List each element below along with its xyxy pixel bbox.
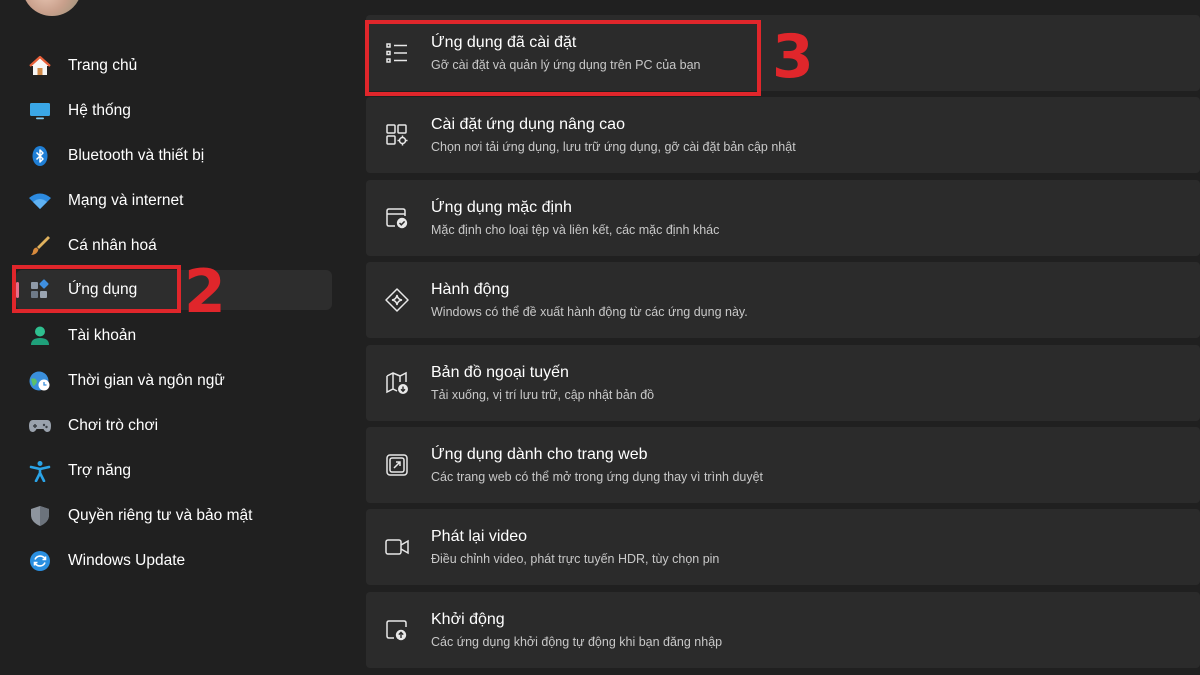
settings-sidebar: Trang chủ Hệ thống Bluetooth và thiết bị… (0, 0, 345, 675)
step-number-3: 3 (772, 22, 814, 92)
paint-brush-icon (28, 235, 52, 257)
video-playback-icon (384, 534, 410, 560)
card-description: Tải xuống, vị trí lưu trữ, cập nhật bản … (431, 388, 655, 402)
sidebar-item-personalization[interactable]: Cá nhân hoá (16, 226, 332, 266)
sidebar-item-label: Trợ năng (68, 462, 132, 479)
bluetooth-icon (28, 145, 52, 167)
card-title: Khởi động (431, 611, 505, 628)
sidebar-item-windows-update[interactable]: Windows Update (16, 541, 332, 581)
gamepad-icon (28, 415, 52, 437)
card-actions[interactable]: Hành động Windows có thể đề xuất hành độ… (366, 262, 1200, 338)
card-offline-maps[interactable]: Bản đồ ngoại tuyến Tải xuống, vị trí lưu… (366, 345, 1200, 421)
card-description: Điều chỉnh video, phát trực tuyến HDR, t… (431, 552, 720, 566)
advanced-app-settings-icon (384, 122, 410, 148)
sidebar-item-system[interactable]: Hệ thống (16, 91, 332, 131)
apps-for-websites-icon (384, 452, 410, 478)
sidebar-item-label: Hệ thống (68, 102, 131, 119)
card-description: Mặc định cho loại tệp và liên kết, các m… (431, 223, 720, 237)
windows-update-icon (28, 550, 52, 572)
card-apps-for-websites[interactable]: Ứng dụng dành cho trang web Các trang we… (366, 427, 1200, 503)
highlight-box-installed-apps (365, 20, 761, 96)
sidebar-item-network[interactable]: Mạng và internet (16, 181, 332, 221)
sidebar-item-time-language[interactable]: Thời gian và ngôn ngữ (16, 361, 332, 401)
sidebar-item-label: Mạng và internet (68, 192, 184, 209)
sidebar-item-gaming[interactable]: Chơi trò chơi (16, 406, 332, 446)
card-title: Ứng dụng mặc định (431, 199, 572, 216)
card-title: Phát lại video (431, 528, 528, 545)
time-language-icon (28, 370, 52, 392)
card-default-apps[interactable]: Ứng dụng mặc định Mặc định cho loại tệp … (366, 180, 1200, 256)
card-description: Các trang web có thể mở trong ứng dụng t… (431, 470, 764, 484)
card-startup[interactable]: Khởi động Các ứng dụng khởi động tự động… (366, 592, 1200, 668)
home-icon (28, 55, 52, 77)
card-title: Hành động (431, 281, 510, 298)
shield-icon (28, 505, 52, 527)
startup-icon (384, 617, 410, 643)
sidebar-item-label: Tài khoản (68, 327, 137, 344)
sidebar-item-home[interactable]: Trang chủ (16, 46, 332, 86)
sidebar-item-label: Thời gian và ngôn ngữ (68, 372, 225, 389)
card-title: Bản đồ ngoại tuyến (431, 364, 569, 381)
highlight-box-apps (12, 265, 181, 313)
card-video-playback[interactable]: Phát lại video Điều chỉnh video, phát tr… (366, 509, 1200, 585)
sidebar-item-label: Bluetooth và thiết bị (68, 147, 205, 164)
card-description: Windows có thể đề xuất hành động từ các … (431, 305, 748, 319)
sidebar-item-bluetooth[interactable]: Bluetooth và thiết bị (16, 136, 332, 176)
sidebar-item-accessibility[interactable]: Trợ năng (16, 451, 332, 491)
system-icon (28, 100, 52, 122)
sidebar-item-label: Chơi trò chơi (68, 417, 159, 434)
card-description: Chọn nơi tải ứng dụng, lưu trữ ứng dụng,… (431, 140, 796, 154)
card-advanced-app-settings[interactable]: Cài đặt ứng dụng nâng cao Chọn nơi tải ứ… (366, 97, 1200, 173)
sidebar-item-label: Trang chủ (68, 57, 138, 74)
offline-maps-icon (384, 370, 410, 396)
sidebar-item-label: Cá nhân hoá (68, 237, 157, 254)
wifi-icon (28, 190, 52, 212)
card-title: Cài đặt ứng dụng nâng cao (431, 116, 625, 133)
account-icon (28, 325, 52, 347)
sidebar-item-label: Windows Update (68, 552, 186, 569)
sidebar-item-label: Quyền riêng tư và bảo mật (68, 507, 253, 524)
default-apps-icon (384, 205, 410, 231)
card-title: Ứng dụng dành cho trang web (431, 446, 648, 463)
card-description: Các ứng dụng khởi động tự động khi bạn đ… (431, 635, 723, 649)
sidebar-item-accounts[interactable]: Tài khoản (16, 316, 332, 356)
sidebar-item-privacy-security[interactable]: Quyền riêng tư và bảo mật (16, 496, 332, 536)
accessibility-icon (28, 460, 52, 482)
actions-icon (384, 287, 410, 313)
step-number-2: 2 (184, 257, 226, 327)
